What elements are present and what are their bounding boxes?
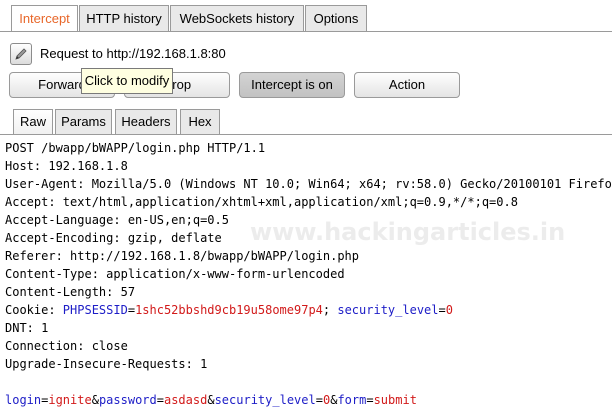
message-editor-tab-bar: Raw Params Headers Hex [0, 108, 612, 135]
request-body: login=ignite&password=asdasd&security_le… [5, 391, 417, 407]
request-target-label: Request to http://192.168.1.8:80 [40, 46, 226, 61]
header-referer: Referer: http://192.168.1.8/bwapp/bWAPP/… [5, 249, 360, 263]
param-value: asdasd [163, 393, 208, 407]
header-accept-encoding: Accept-Encoding: gzip, deflate [5, 231, 222, 245]
tab-params[interactable]: Params [55, 109, 112, 134]
cookie-value-security-level: 0 [445, 303, 453, 317]
pencil-icon [15, 48, 27, 60]
param-value: ignite [48, 393, 92, 407]
tab-intercept[interactable]: Intercept [11, 5, 78, 32]
tab-http-history[interactable]: HTTP history [79, 5, 169, 31]
header-content-length: Content-Length: 57 [5, 285, 136, 299]
header-dnt: DNT: 1 [5, 321, 49, 335]
param-separator: & [207, 393, 215, 407]
cookie-name-phpsessid: PHPSESSID [62, 303, 128, 317]
tab-bar-divider [0, 31, 612, 32]
tab-hex[interactable]: Hex [180, 109, 220, 134]
cookie-name-security-level: security_level [337, 303, 439, 317]
tooltip: Click to modify [81, 68, 173, 94]
param-name: login [5, 393, 42, 407]
header-user-agent: User-Agent: Mozilla/5.0 (Windows NT 10.0… [5, 177, 612, 191]
cookie-value-phpsessid: 1shc52bbshd9cb19u58ome97p4 [135, 303, 323, 317]
param-value: submit [373, 393, 417, 407]
param-name: form [337, 393, 367, 407]
tab-options[interactable]: Options [305, 5, 367, 31]
action-button[interactable]: Action [354, 72, 460, 98]
header-upgrade-insecure-requests: Upgrade-Insecure-Requests: 1 [5, 357, 208, 371]
param-equals: = [315, 393, 323, 407]
watermark-text: www.hackingarticles.in [250, 218, 566, 246]
cookie-equals: = [438, 303, 446, 317]
edit-request-button[interactable] [10, 43, 32, 65]
header-connection: Connection: close [5, 339, 128, 353]
header-accept: Accept: text/html,application/xhtml+xml,… [5, 195, 518, 209]
tab-headers[interactable]: Headers [115, 109, 177, 134]
header-content-type: Content-Type: application/x-www-form-url… [5, 267, 345, 281]
cookie-prefix: Cookie: [5, 303, 63, 317]
tab-raw[interactable]: Raw [13, 109, 53, 135]
param-equals: = [156, 393, 164, 407]
param-equals: = [366, 393, 374, 407]
cookie-equals: = [127, 303, 136, 317]
param-separator: & [91, 393, 99, 407]
request-editor[interactable]: www.hackingarticles.in POST /bwapp/bWAPP… [0, 136, 612, 407]
tab-websockets-history[interactable]: WebSockets history [170, 5, 304, 31]
proxy-tab-bar: Intercept HTTP history WebSockets histor… [0, 0, 612, 33]
param-name: security_level [214, 393, 316, 407]
editor-tab-divider [0, 134, 612, 135]
cookie-separator: ; [322, 303, 338, 317]
request-line: POST /bwapp/bWAPP/login.php HTTP/1.1 [5, 141, 266, 155]
header-accept-language: Accept-Language: en-US,en;q=0.5 [5, 213, 229, 227]
param-name: password [98, 393, 157, 407]
header-host: Host: 192.168.1.8 [5, 159, 128, 173]
intercept-toggle-button[interactable]: Intercept is on [239, 72, 345, 98]
header-cookie: Cookie: PHPSESSID=1shc52bbshd9cb19u58ome… [5, 301, 453, 319]
